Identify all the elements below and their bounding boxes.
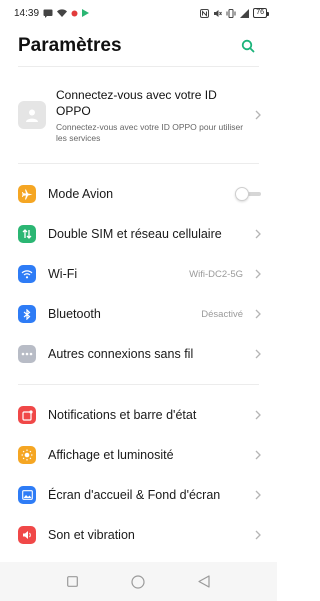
brightness-icon [18, 446, 36, 464]
row-label: Bluetooth [48, 307, 101, 321]
header-divider [18, 66, 259, 67]
account-title: Connectez-vous avec votre ID OPPO [56, 87, 217, 118]
row-label: Écran d'accueil & Fond d'écran [48, 488, 221, 502]
home-button[interactable] [128, 572, 148, 592]
speaker-icon [18, 526, 36, 544]
airplane-mode-toggle[interactable] [235, 187, 263, 201]
row-label: Autres connexions sans fil [48, 347, 194, 361]
row-airplane-mode[interactable]: Mode Avion [0, 174, 277, 214]
status-bar: 14:39 76 [0, 0, 277, 26]
back-button[interactable] [194, 572, 214, 592]
back-triangle-icon [198, 575, 210, 588]
user-icon [26, 109, 38, 122]
row-sound-vibration[interactable]: Son et vibration [0, 515, 277, 555]
circle-icon [131, 574, 146, 589]
row-display-brightness[interactable]: Affichage et luminosité [0, 435, 277, 475]
recents-button[interactable] [63, 572, 83, 592]
wifi-icon [18, 265, 36, 283]
row-label: Wi-Fi [48, 267, 78, 281]
row-label: Notifications et barre d'état [48, 408, 197, 422]
vibrate-icon [226, 8, 236, 18]
chevron-right-icon [253, 309, 263, 319]
chevron-right-icon [253, 450, 263, 460]
status-time: 14:39 [14, 7, 40, 19]
sim-signal-icon [18, 225, 36, 243]
chevron-right-icon [253, 410, 263, 420]
notification-dot-icon [71, 10, 78, 17]
row-home-wallpaper[interactable]: Écran d'accueil & Fond d'écran [0, 475, 277, 515]
section-divider [18, 163, 259, 164]
nfc-icon [200, 8, 210, 18]
search-icon [241, 39, 255, 53]
chevron-right-icon [253, 229, 263, 239]
more-dots-icon [18, 345, 36, 363]
wallpaper-icon [18, 486, 36, 504]
battery-indicator: 76 [253, 8, 269, 18]
message-icon [43, 9, 53, 18]
system-nav-bar [0, 562, 277, 601]
row-bluetooth[interactable]: Bluetooth Désactivé [0, 294, 277, 334]
chevron-right-icon [253, 269, 263, 279]
airplane-icon [18, 185, 36, 203]
chevron-right-icon [253, 530, 263, 540]
header: Paramètres [0, 26, 277, 66]
row-other-wireless[interactable]: Autres connexions sans fil [0, 334, 277, 374]
chevron-right-icon [253, 110, 263, 120]
row-dual-sim[interactable]: Double SIM et réseau cellulaire [0, 214, 277, 254]
row-label: Affichage et luminosité [48, 448, 174, 462]
search-button[interactable] [237, 35, 259, 57]
row-label: Son et vibration [48, 528, 135, 542]
wifi-network-name: Wifi-DC2-5G [189, 268, 243, 280]
row-wifi[interactable]: Wi-Fi Wifi-DC2-5G [0, 254, 277, 294]
bluetooth-icon [18, 305, 36, 323]
account-login-row[interactable]: Connectez-vous avec votre ID OPPO Connec… [0, 80, 277, 150]
chevron-right-icon [253, 349, 263, 359]
section-divider [18, 384, 259, 385]
chevron-right-icon [253, 490, 263, 500]
row-label: Double SIM et réseau cellulaire [48, 227, 222, 241]
signal-icon [240, 8, 250, 18]
bluetooth-status: Désactivé [201, 308, 243, 320]
page-title: Paramètres [18, 35, 122, 56]
account-subtitle: Connectez-vous avec votre ID OPPO pour u… [56, 121, 244, 143]
row-label: Mode Avion [48, 187, 114, 201]
avatar [18, 101, 46, 129]
square-icon [67, 576, 79, 587]
row-notifications[interactable]: Notifications et barre d'état [0, 395, 277, 435]
notification-icon [18, 406, 36, 424]
wifi-status-icon [57, 9, 68, 17]
mute-icon [213, 9, 223, 18]
play-icon [82, 9, 90, 17]
